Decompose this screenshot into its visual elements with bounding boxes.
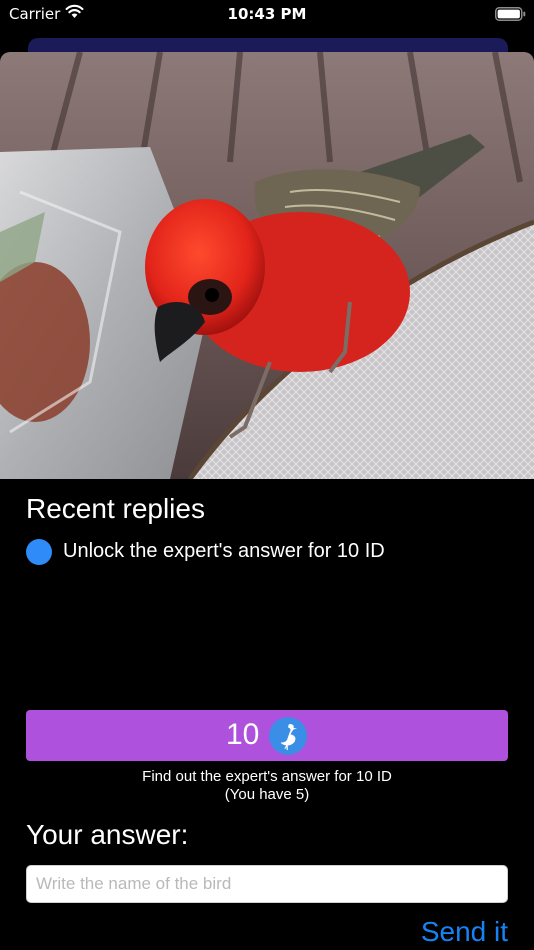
bird-photo xyxy=(0,52,534,479)
unlock-balance: (You have 5) xyxy=(224,786,310,803)
recent-replies-title: Recent replies xyxy=(26,493,205,524)
reply-text: Unlock the expert's answer for 10 ID xyxy=(63,540,385,562)
bird-name-input[interactable] xyxy=(26,865,508,903)
unlock-cost: 10 xyxy=(226,718,260,751)
status-bar: Carrier 10:43 PM xyxy=(0,0,534,30)
unlock-hint: Find out the expert's answer for 10 ID (… xyxy=(0,768,534,804)
bird-detail-sheet[interactable]: Recent replies Unlock the expert's answe… xyxy=(0,52,534,950)
battery-icon xyxy=(495,7,526,21)
status-time: 10:43 PM xyxy=(227,5,307,23)
reply-status-dot xyxy=(26,539,52,565)
heron-icon xyxy=(269,717,307,755)
unlock-hint-line-1: Find out the expert's answer for 10 ID xyxy=(142,768,392,785)
send-button[interactable]: Send it xyxy=(421,916,508,948)
unlock-answer-button[interactable]: 10 xyxy=(26,710,508,761)
your-answer-title: Your answer: xyxy=(26,819,189,850)
